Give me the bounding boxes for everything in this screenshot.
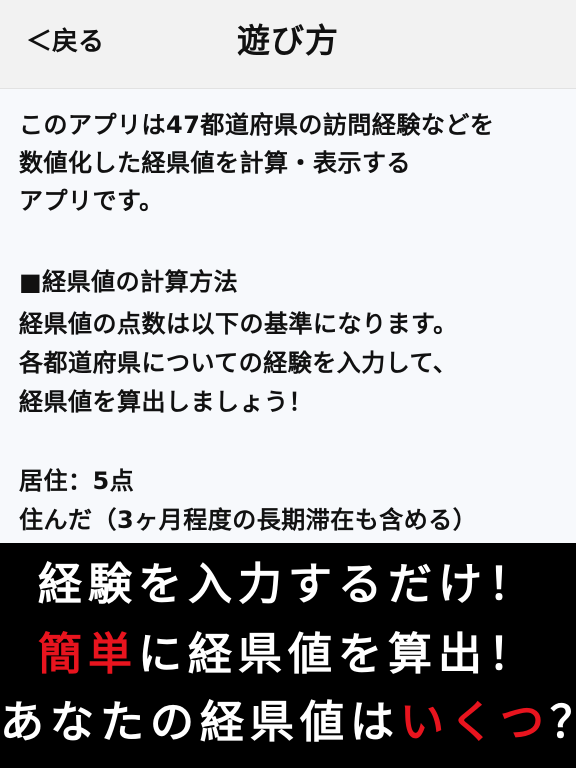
banner-line-3: あなたの経県値はいくつ？ bbox=[0, 693, 576, 753]
promo-banner: 経験を入力するだけ！ 簡単に経県値を算出！ あなたの経県値はいくつ？ bbox=[0, 543, 576, 768]
navigation-bar: ＜戻る 遊び方 bbox=[0, 0, 576, 89]
text-line: このアプリは47都道府県の訪問経験などを bbox=[19, 111, 495, 139]
banner-line-1: 経験を入力するだけ！ bbox=[38, 559, 538, 610]
instructions-text: このアプリは47都道府県の訪問経験などを 数値化した経県値を計算・表示する アプ… bbox=[0, 89, 576, 543]
text-line: 数値化した経県値を計算・表示する bbox=[19, 149, 411, 177]
banner-text: ？ bbox=[550, 697, 576, 748]
text-line: アプリです。 bbox=[19, 187, 164, 215]
banner-line-2: 簡単に経県値を算出！ bbox=[0, 625, 576, 685]
page-title: 遊び方 bbox=[237, 21, 339, 60]
banner-text: あなたの経県値は bbox=[0, 697, 400, 748]
text-line: 居住：5点 bbox=[19, 467, 135, 495]
banner-highlight: いくつ bbox=[400, 697, 550, 748]
section-heading: ■経県値の計算方法 bbox=[19, 268, 239, 296]
banner-highlight: 簡単 bbox=[38, 629, 138, 680]
text-line: 経県値を算出しましょう！ bbox=[19, 388, 313, 416]
text-line: 各都道府県についての経験を入力して、 bbox=[19, 349, 458, 377]
text-line: 住んだ（3ヶ月程度の長期滞在も含める） bbox=[19, 506, 478, 534]
text-line: 経県値の点数は以下の基準になります。 bbox=[19, 310, 458, 338]
banner-text: に経県値を算出！ bbox=[138, 629, 538, 680]
